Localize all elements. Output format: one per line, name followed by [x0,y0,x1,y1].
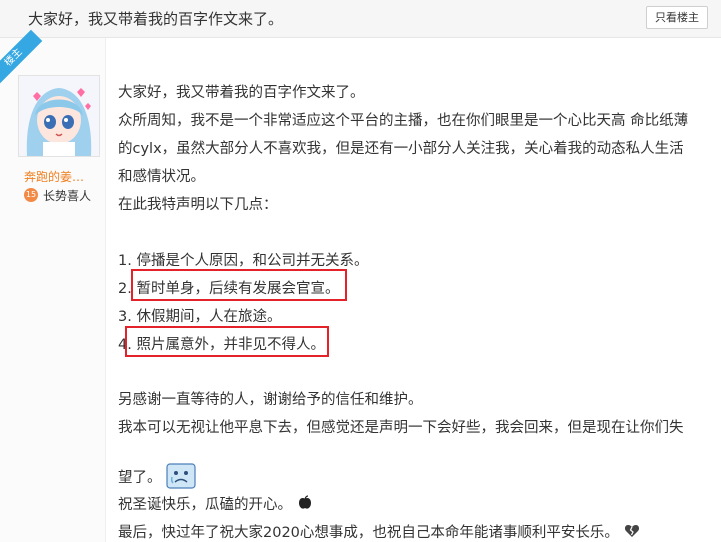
post-line: 在此我特声明以下几点： [118,197,278,213]
sad-emoticon-icon [166,463,196,493]
avatar[interactable] [18,75,100,157]
list-item: 3. 休假期间，人在旅途。 [118,309,282,325]
level-title: 长势喜人 [43,188,92,203]
post-line: 和感情状况。 [118,169,205,185]
post-line: 我本可以无视让他平息下去，但感觉还是声明一下会好些，我会回来，但是现在让你们失 [118,420,684,436]
author-username[interactable]: 奔跑的姜… [24,168,98,185]
author-panel: 楼主 奔跑的姜… 15 长势喜人 [0,29,106,542]
post-line: 另感谢一直等待的人，谢谢给予的信任和维护。 [118,392,423,408]
level-badge: 15 [24,188,38,202]
post-line: 祝圣诞快乐，瓜磕的开心。 [118,493,313,515]
anime-avatar-icon [19,76,99,156]
post-text: 望了。 [118,470,162,486]
author-rank: 15 长势喜人 [24,187,91,203]
post-line: 最后，快过年了祝大家2020心想事成，也祝自己本命年能诸事顺利平安长乐。 [118,521,640,542]
post-line: 的cylx，虽然大部分人不喜欢我，但是还有一小部分人关注我，关心着我的动态私人生… [118,141,684,157]
post-line: 望了。 [118,463,196,493]
only-op-button[interactable]: 只看楼主 [646,6,708,29]
broken-heart-icon [624,524,640,542]
post-line: 大家好，我又带着我的百字作文来了。 [118,85,365,101]
highlight-box [131,269,347,301]
highlight-box [125,326,329,357]
post-text: 最后，快过年了祝大家2020心想事成，也祝自己本命年能诸事顺利平安长乐。 [118,525,619,541]
thread-title: 大家好，我又带着我的百字作文来了。 [28,10,284,28]
apple-icon [297,495,313,515]
post-text: 祝圣诞快乐，瓜磕的开心。 [118,497,292,513]
list-item: 1. 停播是个人原因，和公司并无关系。 [118,253,369,269]
post-line: 众所周知，我不是一个非常适应这个平台的主播，也在你们眼里是一个心比天高 命比纸薄 [118,113,689,129]
thread-header: 大家好，我又带着我的百字作文来了。 只看楼主 [0,0,721,38]
